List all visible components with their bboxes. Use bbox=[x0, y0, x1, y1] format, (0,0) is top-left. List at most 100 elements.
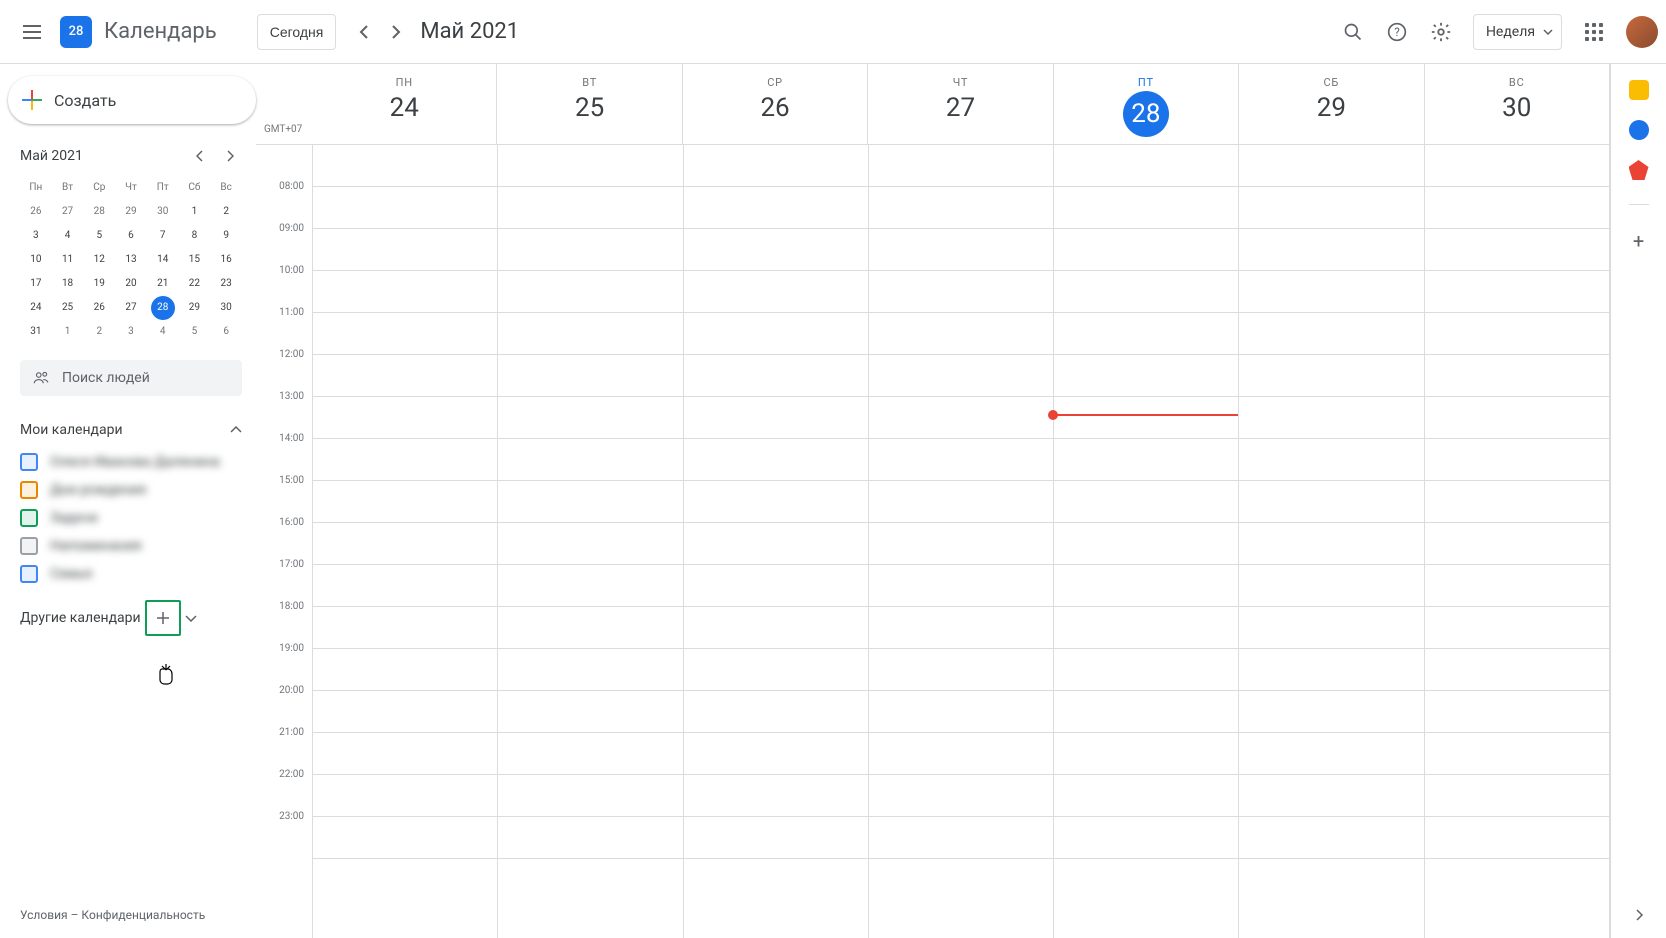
hour-cell[interactable] bbox=[1239, 187, 1423, 229]
hour-cell[interactable] bbox=[1054, 607, 1238, 649]
hour-cell[interactable] bbox=[1425, 313, 1609, 355]
hour-cell[interactable] bbox=[1054, 355, 1238, 397]
mini-day-cell[interactable]: 25 bbox=[56, 296, 80, 320]
day-column[interactable] bbox=[312, 145, 497, 938]
hour-cell[interactable] bbox=[869, 355, 1053, 397]
hour-cell[interactable] bbox=[1239, 397, 1423, 439]
mini-day-cell[interactable]: 29 bbox=[182, 296, 206, 320]
hour-cell[interactable] bbox=[498, 439, 682, 481]
hour-cell[interactable] bbox=[684, 607, 868, 649]
hour-cell[interactable] bbox=[1239, 355, 1423, 397]
weekday-header[interactable]: ВС30 bbox=[1424, 64, 1609, 144]
day-column[interactable] bbox=[1424, 145, 1609, 938]
date-number[interactable]: 28 bbox=[1123, 91, 1169, 137]
hour-cell[interactable] bbox=[498, 145, 682, 187]
hour-cell[interactable] bbox=[1239, 817, 1423, 859]
hour-cell[interactable] bbox=[313, 691, 497, 733]
hour-cell[interactable] bbox=[313, 523, 497, 565]
calendar-item[interactable]: Напоминания bbox=[20, 532, 242, 560]
hour-cell[interactable] bbox=[869, 523, 1053, 565]
mini-day-cell[interactable]: 29 bbox=[119, 200, 143, 224]
hour-cell[interactable] bbox=[1054, 523, 1238, 565]
hour-cell[interactable] bbox=[1054, 649, 1238, 691]
hour-cell[interactable] bbox=[869, 271, 1053, 313]
mini-day-cell[interactable]: 2 bbox=[214, 200, 238, 224]
hour-cell[interactable] bbox=[1239, 229, 1423, 271]
hour-cell[interactable] bbox=[684, 397, 868, 439]
hour-cell[interactable] bbox=[313, 187, 497, 229]
hour-cell[interactable] bbox=[869, 775, 1053, 817]
hour-cell[interactable] bbox=[1054, 229, 1238, 271]
mini-day-cell[interactable]: 5 bbox=[87, 224, 111, 248]
mini-day-cell[interactable]: 14 bbox=[151, 248, 175, 272]
mini-day-cell[interactable]: 19 bbox=[87, 272, 111, 296]
mini-day-cell[interactable]: 5 bbox=[182, 320, 206, 344]
date-number[interactable]: 27 bbox=[868, 93, 1052, 123]
mini-day-cell[interactable]: 1 bbox=[182, 200, 206, 224]
hour-cell[interactable] bbox=[869, 145, 1053, 187]
hour-cell[interactable] bbox=[1054, 313, 1238, 355]
calendar-checkbox[interactable] bbox=[20, 537, 38, 555]
view-switcher[interactable]: Неделя bbox=[1473, 14, 1562, 50]
hour-cell[interactable] bbox=[498, 481, 682, 523]
prev-week-button[interactable] bbox=[348, 16, 380, 48]
today-button[interactable]: Сегодня bbox=[257, 14, 337, 50]
hour-cell[interactable] bbox=[498, 355, 682, 397]
mini-day-cell[interactable]: 3 bbox=[119, 320, 143, 344]
hour-cell[interactable] bbox=[1425, 271, 1609, 313]
calendar-checkbox[interactable] bbox=[20, 453, 38, 471]
hour-cell[interactable] bbox=[1239, 523, 1423, 565]
mini-day-cell[interactable]: 6 bbox=[119, 224, 143, 248]
hour-cell[interactable] bbox=[313, 145, 497, 187]
week-grid[interactable]: 08:0009:0010:0011:0012:0013:0014:0015:00… bbox=[256, 144, 1609, 938]
hour-cell[interactable] bbox=[684, 439, 868, 481]
hour-cell[interactable] bbox=[1054, 775, 1238, 817]
hour-cell[interactable] bbox=[1239, 691, 1423, 733]
hour-cell[interactable] bbox=[684, 313, 868, 355]
search-button[interactable] bbox=[1333, 12, 1373, 52]
hour-cell[interactable] bbox=[1054, 145, 1238, 187]
hour-cell[interactable] bbox=[1425, 775, 1609, 817]
hour-cell[interactable] bbox=[1239, 649, 1423, 691]
hour-cell[interactable] bbox=[313, 733, 497, 775]
mini-day-cell[interactable]: 30 bbox=[151, 200, 175, 224]
next-week-button[interactable] bbox=[380, 16, 412, 48]
privacy-link[interactable]: Конфиденциальность bbox=[81, 908, 205, 922]
hour-cell[interactable] bbox=[313, 439, 497, 481]
weekday-header[interactable]: ЧТ27 bbox=[867, 64, 1052, 144]
hour-cell[interactable] bbox=[1054, 271, 1238, 313]
day-column[interactable] bbox=[683, 145, 868, 938]
hour-cell[interactable] bbox=[684, 229, 868, 271]
mini-day-cell[interactable]: 12 bbox=[87, 248, 111, 272]
add-addon-button[interactable]: + bbox=[1633, 229, 1644, 253]
mini-day-cell[interactable]: 26 bbox=[87, 296, 111, 320]
date-number[interactable]: 29 bbox=[1239, 93, 1423, 123]
hour-cell[interactable] bbox=[1054, 817, 1238, 859]
mini-day-cell[interactable]: 11 bbox=[56, 248, 80, 272]
hour-cell[interactable] bbox=[1425, 187, 1609, 229]
hour-cell[interactable] bbox=[1054, 397, 1238, 439]
hour-cell[interactable] bbox=[498, 607, 682, 649]
hour-cell[interactable] bbox=[869, 733, 1053, 775]
mini-day-cell[interactable]: 18 bbox=[56, 272, 80, 296]
hour-cell[interactable] bbox=[313, 607, 497, 649]
mini-next-month[interactable] bbox=[218, 144, 242, 168]
hour-cell[interactable] bbox=[1239, 775, 1423, 817]
hour-cell[interactable] bbox=[1425, 355, 1609, 397]
hour-cell[interactable] bbox=[498, 523, 682, 565]
hour-cell[interactable] bbox=[1425, 649, 1609, 691]
hour-cell[interactable] bbox=[869, 481, 1053, 523]
hour-cell[interactable] bbox=[869, 187, 1053, 229]
hour-cell[interactable] bbox=[869, 313, 1053, 355]
mini-day-cell[interactable]: 10 bbox=[24, 248, 48, 272]
hour-cell[interactable] bbox=[684, 187, 868, 229]
hour-cell[interactable] bbox=[498, 733, 682, 775]
weekday-header[interactable]: ПТ28 bbox=[1053, 64, 1238, 144]
my-calendars-header[interactable]: Мои календари bbox=[0, 412, 256, 448]
hour-cell[interactable] bbox=[1239, 145, 1423, 187]
calendar-checkbox[interactable] bbox=[20, 565, 38, 583]
hour-cell[interactable] bbox=[869, 691, 1053, 733]
hour-cell[interactable] bbox=[498, 817, 682, 859]
hour-cell[interactable] bbox=[498, 187, 682, 229]
hour-cell[interactable] bbox=[684, 145, 868, 187]
